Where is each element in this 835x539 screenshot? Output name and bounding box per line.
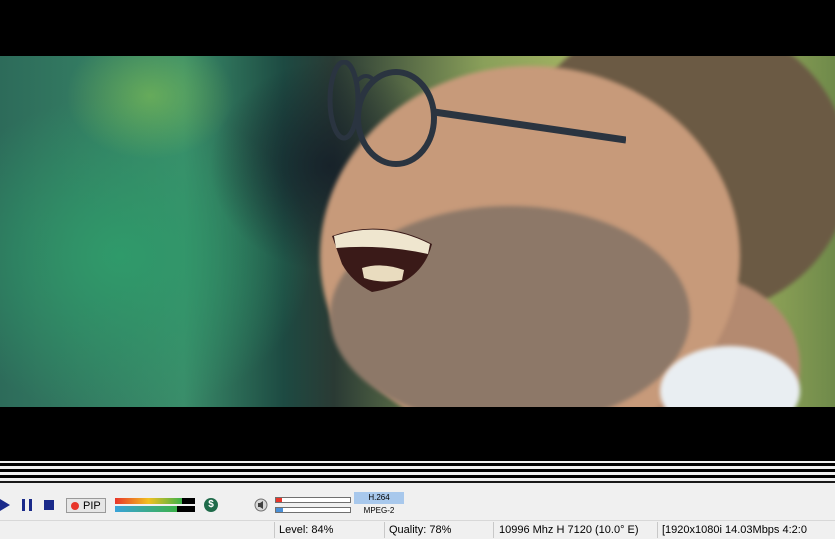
status-bar: Level: 84% Quality: 78% 10996 Mhz H 7120… xyxy=(0,520,835,539)
pip-label: PIP xyxy=(83,500,101,512)
status-transponder: 10996 Mhz H 7120 (10.0° E) xyxy=(499,524,639,536)
pause-icon[interactable] xyxy=(22,499,34,511)
status-divider xyxy=(274,522,275,538)
signal-quality-fill xyxy=(115,506,178,512)
signal-level-fill xyxy=(115,498,183,504)
video-glasses xyxy=(327,60,626,167)
status-level: Level: 84% xyxy=(279,524,334,536)
status-divider xyxy=(493,522,494,538)
play-icon[interactable] xyxy=(0,499,12,511)
separator-line xyxy=(0,463,835,466)
video-frame[interactable] xyxy=(0,56,835,407)
status-divider xyxy=(384,522,385,538)
signal-quality-meter xyxy=(115,506,195,512)
status-divider xyxy=(657,522,658,538)
separator-line xyxy=(0,481,835,483)
video-mouth xyxy=(332,228,432,292)
audio-codec-badge: MPEG-2 xyxy=(363,506,395,515)
pip-button[interactable]: PIP xyxy=(66,498,106,513)
balance-fill xyxy=(276,508,284,512)
signal-icon[interactable]: $ xyxy=(204,498,218,512)
volume-slider[interactable] xyxy=(275,497,351,503)
control-toolbar: PIP $ H.264 MPEG-2 xyxy=(0,489,835,520)
video-area[interactable] xyxy=(0,0,835,461)
status-stream-info: [1920x1080i 14.03Mbps 4:2:0 xyxy=(662,524,807,536)
separator-line xyxy=(0,469,835,472)
stop-icon[interactable] xyxy=(44,500,55,511)
volume-fill xyxy=(276,498,282,502)
signal-level-meter xyxy=(115,498,195,504)
status-quality: Quality: 78% xyxy=(389,524,452,536)
video-codec-badge: H.264 xyxy=(354,492,404,504)
separator-line xyxy=(0,475,835,478)
balance-slider[interactable] xyxy=(275,507,351,513)
record-dot-icon xyxy=(71,502,79,510)
speaker-icon[interactable] xyxy=(254,498,268,512)
